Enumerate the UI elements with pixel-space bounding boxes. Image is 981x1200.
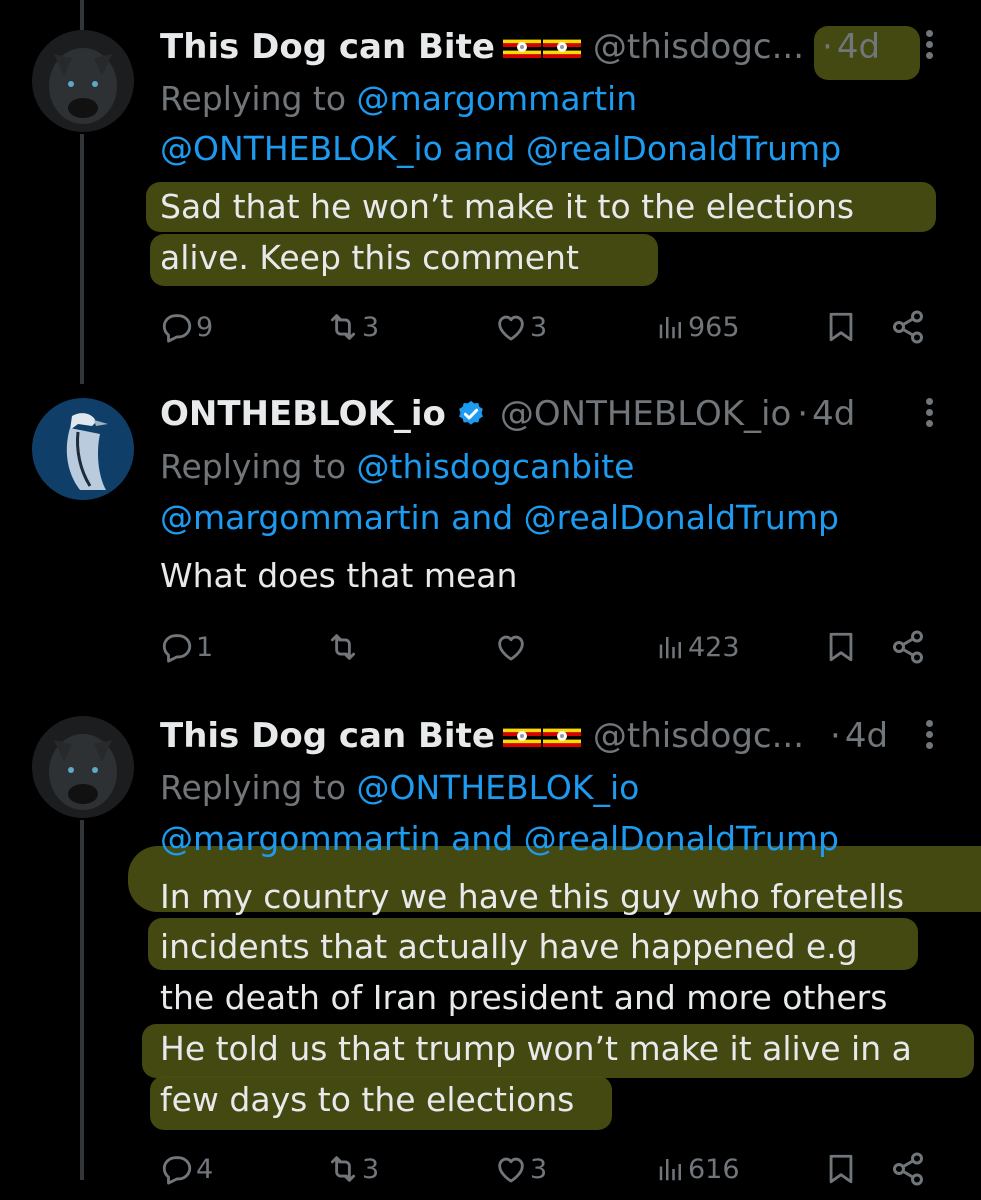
like-icon (494, 630, 528, 664)
replying-to-line: Replying to @ONTHEBLOK_io (160, 768, 640, 807)
action-bar: 4 3 3 616 (160, 1144, 940, 1194)
mention-links[interactable]: @margommartin and @realDonaldTrump (160, 493, 839, 543)
reply-icon (160, 1152, 194, 1186)
tweet-text: the death of Iran president and more oth… (160, 978, 888, 1017)
share-icon (890, 629, 926, 665)
action-bar: 9 3 3 965 (160, 302, 940, 352)
more-icon[interactable] (920, 26, 938, 66)
reply-button[interactable]: 1 (160, 622, 213, 672)
avatar[interactable] (32, 398, 134, 500)
like-button[interactable]: 3 (494, 1144, 547, 1194)
uganda-flag-icon (503, 725, 541, 747)
bookmark-icon (824, 1152, 858, 1186)
views-icon (656, 632, 686, 662)
repost-button[interactable]: 3 (326, 1144, 379, 1194)
thread-line (80, 0, 84, 30)
replying-to-line: Replying to @thisdogcanbite (160, 447, 635, 486)
tweet-text: He told us that trump won’t make it aliv… (160, 1029, 912, 1068)
uganda-flag-icon (503, 36, 541, 58)
user-handle[interactable]: @ONTHEBLOK_io (500, 394, 791, 434)
share-icon (890, 1151, 926, 1187)
tweet-text: few days to the elections (160, 1080, 575, 1119)
repost-icon (326, 630, 360, 664)
avatar[interactable] (32, 30, 134, 132)
reply-icon (160, 630, 194, 664)
repost-icon (326, 1152, 360, 1186)
replying-to-line: Replying to @margommartin (160, 79, 638, 118)
reply-button[interactable]: 4 (160, 1144, 213, 1194)
views-button[interactable]: 423 (656, 622, 740, 672)
bookmark-button[interactable] (824, 1144, 858, 1194)
share-icon (890, 309, 926, 345)
tweet-text: What does that mean (160, 556, 518, 595)
display-name[interactable]: ONTHEBLOK_io (160, 394, 446, 434)
views-button[interactable]: 965 (656, 302, 740, 352)
more-icon[interactable] (920, 394, 938, 434)
tweet-text: incidents that actually have happened e.… (160, 927, 858, 966)
action-bar: 1 423 (160, 622, 940, 672)
tweet-text: alive. Keep this comment (160, 238, 579, 277)
tweet-header: This Dog can Bite @thisdogc... (160, 22, 804, 72)
like-button[interactable]: 3 (494, 302, 547, 352)
like-icon (494, 310, 528, 344)
views-button[interactable]: 616 (656, 1144, 740, 1194)
user-handle[interactable]: @thisdogc... (593, 716, 804, 756)
share-button[interactable] (890, 622, 926, 672)
repost-button[interactable]: 3 (326, 302, 379, 352)
timestamp[interactable]: 4d (845, 716, 888, 756)
mention-links[interactable]: @ONTHEBLOK_io and @realDonaldTrump (160, 124, 841, 174)
reply-button[interactable]: 9 (160, 302, 213, 352)
timestamp[interactable]: 4d (812, 394, 855, 434)
tweet-header: ONTHEBLOK_io @ONTHEBLOK_io · 4d (160, 394, 856, 434)
views-icon (656, 312, 686, 342)
uganda-flag-icon (543, 36, 581, 58)
mention-links[interactable]: @margommartin and @realDonaldTrump (160, 814, 839, 864)
more-icon[interactable] (920, 716, 938, 756)
bookmark-button[interactable] (824, 622, 858, 672)
repost-icon (326, 310, 360, 344)
mention-link[interactable]: @ONTHEBLOK_io (357, 768, 640, 807)
timestamp-group: · 4d (822, 27, 881, 67)
mention-link[interactable]: @margommartin (357, 79, 638, 118)
uganda-flag-icon (543, 725, 581, 747)
repost-button[interactable] (326, 622, 362, 672)
like-icon (494, 1152, 528, 1186)
display-name[interactable]: This Dog can Bite (160, 27, 495, 67)
thread-line (80, 134, 84, 384)
user-handle[interactable]: @thisdogc... (593, 27, 804, 67)
bookmark-icon (824, 630, 858, 664)
timestamp[interactable]: 4d (837, 27, 880, 67)
bookmark-button[interactable] (824, 302, 858, 352)
thread-line (80, 820, 84, 1180)
avatar[interactable] (32, 716, 134, 818)
tweet-text: In my country we have this guy who foret… (160, 877, 905, 916)
display-name[interactable]: This Dog can Bite (160, 716, 495, 756)
share-button[interactable] (890, 1144, 926, 1194)
views-icon (656, 1154, 686, 1184)
tweet-header: This Dog can Bite @thisdogc... · 4d (160, 716, 889, 756)
bookmark-icon (824, 310, 858, 344)
share-button[interactable] (890, 302, 926, 352)
mention-link[interactable]: @thisdogcanbite (357, 447, 635, 486)
like-button[interactable] (494, 622, 530, 672)
verified-badge-icon (456, 399, 486, 429)
tweet-text: Sad that he won’t make it to the electio… (160, 187, 855, 226)
reply-icon (160, 310, 194, 344)
